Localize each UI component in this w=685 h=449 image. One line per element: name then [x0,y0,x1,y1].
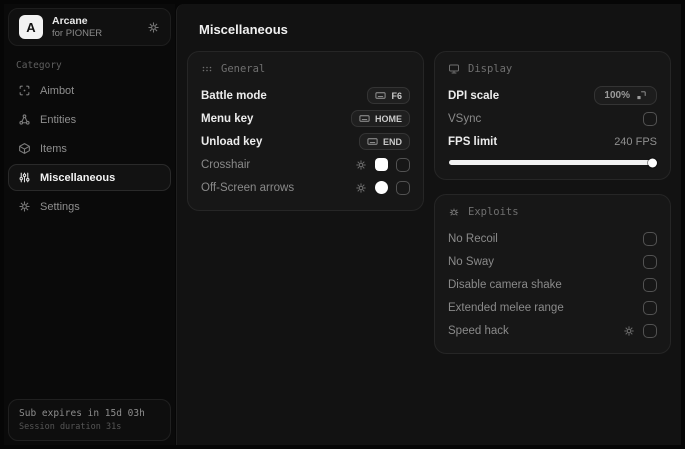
no-recoil-checkbox[interactable] [643,231,657,246]
monitor-icon [448,63,460,75]
offscreen-arrows-checkbox[interactable] [396,180,410,195]
display-card-title: Display [468,63,513,75]
sidebar-item-label: Items [40,142,67,155]
session-duration-text: Session duration 31s [19,422,122,432]
unload-key-row: Unload key END [201,130,410,153]
keyboard-icon [359,113,370,124]
sidebar-item-settings[interactable]: Settings [8,193,171,220]
battle-mode-keybind[interactable]: F6 [367,87,410,104]
grid-dots-icon [201,63,213,75]
speed-hack-checkbox[interactable] [643,323,657,338]
offscreen-arrows-color-swatch[interactable] [375,181,388,194]
sidebar-item-entities[interactable]: Entities [8,106,171,133]
no-recoil-row: No Recoil [448,227,657,250]
speed-hack-row: Speed hack [448,319,657,342]
package-box-icon [18,142,31,155]
gear-icon [18,200,31,213]
entities-molecule-icon [18,113,31,126]
scale-icon [636,90,647,101]
sidebar-item-label: Settings [40,200,80,213]
subscription-card: Sub expires in 15d 03h Session duration … [8,399,171,441]
category-label: Category [16,60,62,71]
menu-key-row: Menu key HOME [201,107,410,130]
page-title: Miscellaneous [199,22,288,37]
vsync-row: VSync [448,107,657,130]
display-card: Display DPI scale 100% VSync FPS limit 2… [434,51,671,180]
app-window: A Arcane for PIONER Category Aimbot Enti… [0,0,685,449]
sliders-icon [18,171,31,184]
crosshair-color-swatch[interactable] [375,158,388,171]
disable-camera-shake-row: Disable camera shake [448,273,657,296]
fps-limit-value: 240 FPS [614,135,657,148]
sidebar-item-miscellaneous[interactable]: Miscellaneous [8,164,171,191]
sidebar-item-label: Miscellaneous [40,171,116,184]
main-panel: Miscellaneous General Battle mode F6 Men… [176,4,681,445]
keyboard-icon [367,136,378,147]
brand-card: A Arcane for PIONER [8,8,171,46]
crosshair-settings-gear-icon[interactable] [355,159,367,171]
sub-expires-text: Sub expires in 15d 03h [19,408,145,419]
virus-bug-icon [448,206,460,218]
speed-hack-settings-gear-icon[interactable] [623,325,635,337]
dpi-scale-row: DPI scale 100% [448,84,657,107]
settings-gear-icon[interactable] [147,21,160,34]
crosshair-row: Crosshair [201,153,410,176]
menu-key-keybind[interactable]: HOME [351,110,410,127]
sidebar-item-aimbot[interactable]: Aimbot [8,77,171,104]
exploits-card: Exploits No Recoil No Sway Disable camer… [434,194,671,354]
extended-melee-range-row: Extended melee range [448,296,657,319]
extended-melee-range-checkbox[interactable] [643,300,657,315]
sidebar-nav: Aimbot Entities Items Miscellaneous Sett… [4,75,175,222]
crosshair-scan-icon [18,84,31,97]
fps-limit-slider[interactable] [449,158,657,167]
vsync-checkbox[interactable] [643,111,657,126]
sidebar-item-label: Entities [40,113,77,126]
sidebar-item-label: Aimbot [40,84,75,97]
general-card: General Battle mode F6 Menu key HOME Unl… [187,51,424,211]
offscreen-arrows-row: Off-Screen arrows [201,176,410,199]
dpi-scale-select[interactable]: 100% [594,86,657,105]
offscreen-arrows-settings-gear-icon[interactable] [355,182,367,194]
sidebar: A Arcane for PIONER Category Aimbot Enti… [4,4,175,445]
keyboard-icon [375,90,387,101]
app-logo: A [19,15,43,39]
no-sway-checkbox[interactable] [643,254,657,269]
crosshair-checkbox[interactable] [396,157,410,172]
disable-camera-shake-checkbox[interactable] [643,277,657,292]
app-name: Arcane [52,14,88,27]
no-sway-row: No Sway [448,250,657,273]
app-subtitle: for PIONER [52,27,103,39]
fps-slider-knob[interactable] [648,158,657,167]
battle-mode-row: Battle mode F6 [201,84,410,107]
exploits-card-title: Exploits [468,206,519,218]
general-card-title: General [221,63,266,75]
fps-limit-row: FPS limit 240 FPS [448,135,657,148]
unload-key-keybind[interactable]: END [358,133,410,150]
sidebar-item-items[interactable]: Items [8,135,171,162]
